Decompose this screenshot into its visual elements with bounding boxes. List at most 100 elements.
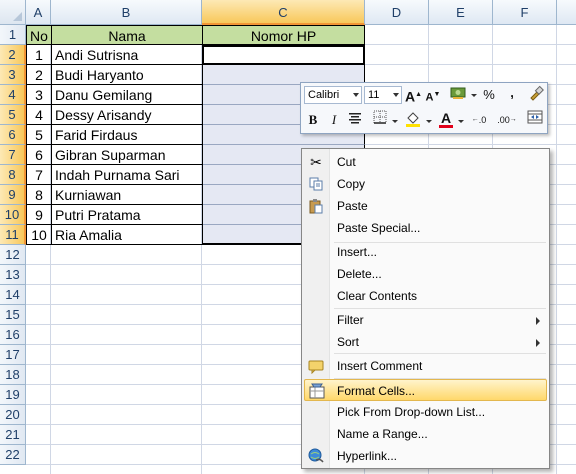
table-cell-nama[interactable]: Budi Haryanto	[51, 65, 203, 85]
row-header[interactable]: 6	[0, 125, 26, 145]
chevron-down-icon	[353, 93, 359, 97]
grow-font-button[interactable]: A▲	[405, 85, 422, 105]
row-header[interactable]: 19	[0, 385, 26, 405]
column-header-a[interactable]: A	[26, 0, 51, 25]
table-cell-nama[interactable]: Dessy Arisandy	[51, 105, 203, 125]
row-header[interactable]: 8	[0, 165, 26, 185]
center-align-button[interactable]	[346, 110, 364, 130]
row-header[interactable]: 18	[0, 365, 26, 385]
menu-item-label: Insert Comment	[337, 359, 423, 373]
menu-item-label: Paste	[337, 199, 368, 213]
paste-icon	[308, 198, 324, 214]
shrink-font-button[interactable]: A▼	[425, 85, 441, 105]
menu-item-hyperlink[interactable]: Hyperlink...	[304, 445, 547, 467]
table-cell-nama[interactable]: Danu Gemilang	[51, 85, 203, 105]
menu-item-pick-from-dropdown[interactable]: Pick From Drop-down List...	[304, 401, 547, 423]
menu-item-filter[interactable]: Filter	[304, 309, 547, 331]
menu-item-format-cells[interactable]: Format Cells...	[304, 379, 547, 401]
row-header[interactable]: 13	[0, 265, 26, 285]
table-cell-no[interactable]: 9	[26, 205, 52, 225]
menu-item-label: Filter	[337, 313, 364, 327]
table-cell-no[interactable]: 3	[26, 85, 52, 105]
chevron-down-icon	[393, 93, 399, 97]
table-cell-no[interactable]: 4	[26, 105, 52, 125]
menu-item-delete[interactable]: Delete...	[304, 263, 547, 285]
row-header[interactable]: 15	[0, 305, 26, 325]
row-header[interactable]: 12	[0, 245, 26, 265]
row-header[interactable]: 11	[0, 225, 26, 245]
column-header-f[interactable]: F	[493, 0, 557, 25]
borders-button[interactable]	[371, 110, 389, 130]
row-header[interactable]: 2	[0, 45, 26, 65]
bold-button[interactable]: B	[305, 110, 321, 130]
merge-center-button[interactable]	[525, 110, 545, 130]
row-header[interactable]: 17	[0, 345, 26, 365]
select-all-corner[interactable]	[0, 0, 26, 25]
row-header[interactable]: 21	[0, 425, 26, 445]
table-cell-no[interactable]: 8	[26, 185, 52, 205]
row-header[interactable]: 22	[0, 445, 26, 465]
header-cell-no[interactable]: No	[26, 25, 52, 45]
arrow-right-icon: →	[509, 116, 517, 123]
italic-button[interactable]: I	[327, 110, 341, 130]
active-cell[interactable]	[202, 45, 365, 65]
menu-item-paste-special[interactable]: Paste Special...	[304, 217, 547, 239]
font-size-value: 11	[368, 89, 380, 101]
menu-item-clear-contents[interactable]: Clear Contents	[304, 285, 547, 307]
format-painter-button[interactable]	[527, 85, 545, 105]
table-cell-nama[interactable]: Gibran Suparman	[51, 145, 203, 165]
table-cell-no[interactable]: 5	[26, 125, 52, 145]
row-header[interactable]: 3	[0, 65, 26, 85]
context-menu: ✂ Cut Copy Paste Paste Special... Insert…	[301, 148, 550, 469]
comma-button[interactable]: ,	[506, 83, 518, 103]
column-header-c[interactable]: C	[202, 0, 365, 25]
row-header[interactable]: 10	[0, 205, 26, 225]
table-cell-no[interactable]: 10	[26, 225, 52, 245]
table-cell-nama[interactable]: Andi Sutrisna	[51, 45, 203, 65]
table-cell-no[interactable]: 7	[26, 165, 52, 185]
header-cell-nama[interactable]: Nama	[51, 25, 203, 45]
table-cell-nama[interactable]: Putri Pratama	[51, 205, 203, 225]
column-header-b[interactable]: B	[51, 0, 202, 25]
row-header[interactable]: 9	[0, 185, 26, 205]
row-header[interactable]: 14	[0, 285, 26, 305]
decrease-decimal-button[interactable]: .00→	[494, 110, 520, 130]
row-header[interactable]: 5	[0, 105, 26, 125]
menu-item-paste[interactable]: Paste	[304, 195, 547, 217]
column-header-d[interactable]: D	[365, 0, 429, 25]
table-cell-no[interactable]: 6	[26, 145, 52, 165]
increase-decimal-button[interactable]: ←.0	[467, 110, 491, 130]
menu-item-label: Insert...	[337, 245, 378, 259]
row-header[interactable]: 7	[0, 145, 26, 165]
font-size-box[interactable]: 11	[364, 86, 402, 104]
menu-item-insert-comment[interactable]: Insert Comment	[304, 355, 547, 377]
table-cell-nama[interactable]: Indah Purnama Sari	[51, 165, 203, 185]
table-cell-nama[interactable]: Farid Firdaus	[51, 125, 203, 145]
table-cell-nama[interactable]: Kurniawan	[51, 185, 203, 205]
row-header[interactable]: 20	[0, 405, 26, 425]
menu-item-copy[interactable]: Copy	[304, 173, 547, 195]
row-header[interactable]: 1	[0, 25, 26, 45]
percent-button[interactable]: %	[481, 85, 497, 105]
font-color-button[interactable]: A	[437, 108, 455, 128]
column-header-g[interactable]	[557, 0, 576, 25]
menu-item-label: Delete...	[337, 267, 382, 281]
menu-item-cut[interactable]: ✂ Cut	[304, 151, 547, 173]
fill-color-button[interactable]	[403, 110, 423, 130]
column-header-e[interactable]: E	[429, 0, 493, 25]
accounting-format-button[interactable]	[447, 85, 469, 105]
table-cell-no[interactable]: 1	[26, 45, 52, 65]
menu-item-label: Format Cells...	[337, 384, 416, 398]
header-cell-nomor-hp[interactable]: Nomor HP	[202, 25, 365, 45]
chevron-down-icon	[392, 120, 398, 123]
menu-item-sort[interactable]: Sort	[304, 331, 547, 353]
table-cell-nama[interactable]: Ria Amalia	[51, 225, 203, 245]
font-name-box[interactable]: Calibri	[304, 86, 362, 104]
menu-item-name-a-range[interactable]: Name a Range...	[304, 423, 547, 445]
row-header[interactable]: 16	[0, 325, 26, 345]
scissors-icon: ✂	[310, 154, 322, 170]
chevron-right-icon	[536, 339, 540, 347]
table-cell-no[interactable]: 2	[26, 65, 52, 85]
menu-item-insert[interactable]: Insert...	[304, 241, 547, 263]
row-header[interactable]: 4	[0, 85, 26, 105]
